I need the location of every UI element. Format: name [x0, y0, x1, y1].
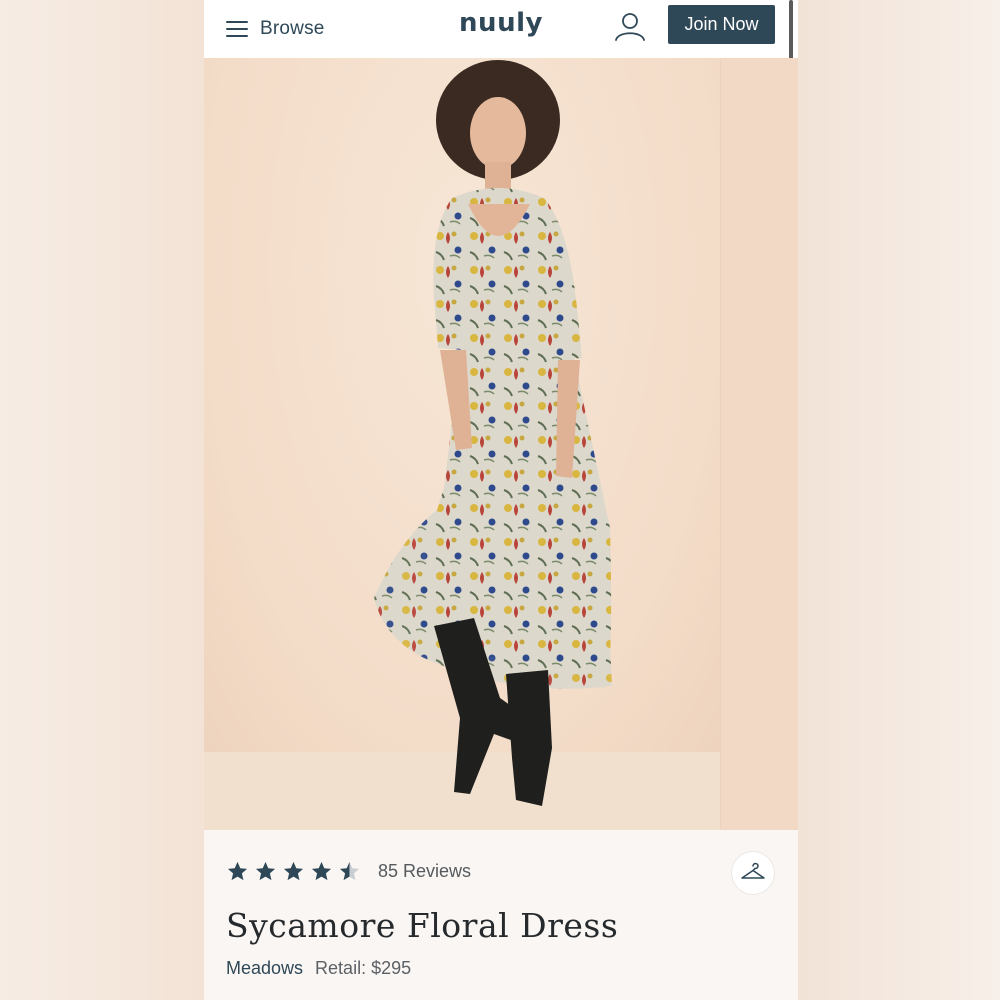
product-info-panel: 85 Reviews Sycamore Floral Dress Meadows… — [204, 830, 798, 1000]
app-frame: Browse nuuly Join Now 85 Reviews Sycamor… — [204, 0, 798, 1000]
browse-label: Browse — [260, 18, 325, 39]
hamburger-menu-icon — [226, 21, 248, 37]
product-image-carousel[interactable] — [204, 58, 798, 830]
rating-summary[interactable]: 85 Reviews — [226, 860, 471, 883]
nuuly-logo[interactable]: nuuly — [459, 8, 543, 38]
product-meta: Meadows Retail: $295 — [226, 958, 411, 979]
user-account-icon[interactable] — [612, 9, 648, 45]
hanger-icon — [741, 862, 765, 879]
star-icon — [227, 861, 248, 881]
half-star-icon — [339, 861, 360, 881]
browse-menu-button[interactable]: Browse — [226, 14, 325, 44]
product-photo — [374, 60, 612, 806]
join-now-button[interactable]: Join Now — [668, 5, 775, 44]
retail-price: Retail: $295 — [315, 958, 412, 978]
brand-link[interactable]: Meadows — [226, 958, 303, 979]
star-icon — [283, 861, 304, 881]
top-nav: Browse nuuly Join Now — [204, 0, 798, 58]
reviews-link[interactable]: 85 Reviews — [378, 861, 471, 882]
star-icon — [311, 861, 332, 881]
add-to-closet-button[interactable] — [731, 851, 775, 895]
next-product-image-peek[interactable] — [720, 58, 798, 830]
star-icon — [255, 861, 276, 881]
product-title: Sycamore Floral Dress — [226, 906, 619, 945]
